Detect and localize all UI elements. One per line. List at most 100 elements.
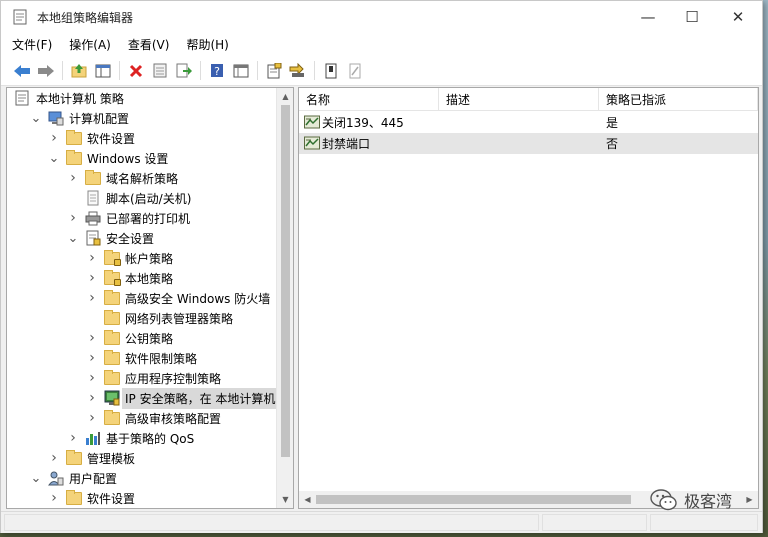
chevron-right-icon[interactable]: › <box>86 268 98 288</box>
minimize-button[interactable]: — <box>625 1 671 32</box>
chevron-down-icon[interactable]: ⌄ <box>30 468 42 488</box>
scroll-up-icon[interactable]: ▲ <box>277 88 293 105</box>
vertical-scroll-thumb[interactable] <box>281 105 290 457</box>
menu-bar: 文件(F) 操作(A) 查看(V) 帮助(H) <box>1 32 762 56</box>
chevron-right-icon[interactable]: › <box>67 208 79 228</box>
chevron-right-icon[interactable]: › <box>86 248 98 268</box>
list-item[interactable]: 关闭139、445 是 <box>299 112 758 133</box>
help-icon[interactable]: ? <box>206 60 227 81</box>
chevron-right-icon[interactable]: › <box>86 408 98 428</box>
tree-item[interactable]: › 高级安全 Windows 防火墙 <box>7 288 277 308</box>
chevron-right-icon[interactable]: › <box>67 168 79 188</box>
menu-file[interactable]: 文件(F) <box>12 36 52 53</box>
tree-item-label: 公钥策略 <box>125 331 174 346</box>
column-header-assigned[interactable]: 策略已指派 <box>599 88 758 111</box>
tree-item[interactable]: 脚本(启动/关机) <box>7 188 277 208</box>
toolbar-separator <box>119 61 120 80</box>
chevron-right-icon[interactable]: › <box>48 128 60 148</box>
maximize-button[interactable]: ☐ <box>669 1 715 32</box>
list-item[interactable]: 封禁端口 否 <box>299 133 758 154</box>
column-description-label: 描述 <box>446 93 471 107</box>
add-icon[interactable] <box>287 60 308 81</box>
scroll-down-icon[interactable]: ▼ <box>277 491 293 508</box>
column-header-name[interactable]: 名称 ^ <box>299 88 439 111</box>
assign-icon[interactable] <box>320 60 341 81</box>
tree-item[interactable]: › 已部署的打印机 <box>7 208 277 228</box>
ip-filter-icon[interactable] <box>263 60 284 81</box>
svg-text:?: ? <box>214 65 220 78</box>
tree-item-label: 应用程序控制策略 <box>125 371 222 386</box>
delete-icon[interactable] <box>125 60 146 81</box>
chevron-down-icon[interactable]: ⌄ <box>67 228 79 248</box>
vertical-scrollbar[interactable]: ▲ ▼ <box>276 88 293 508</box>
tree-item[interactable]: › 域名解析策略 <box>7 168 277 188</box>
properties-icon[interactable] <box>149 60 170 81</box>
tree-item[interactable]: › 软件设置 <box>7 128 277 148</box>
tree-item[interactable]: › IP 安全策略，在 本地计算机 <box>7 387 279 409</box>
window-title: 本地组策略编辑器 <box>37 11 134 25</box>
tree-item[interactable]: 网络列表管理器策略 <box>7 308 277 328</box>
chevron-right-icon[interactable]: › <box>67 428 79 448</box>
forward-icon[interactable] <box>35 60 56 81</box>
horizontal-scroll-thumb[interactable] <box>316 495 631 504</box>
toolbar-separator <box>314 61 315 80</box>
chevron-right-icon[interactable]: › <box>86 348 98 368</box>
tree-item[interactable]: › 管理模板 <box>7 448 277 468</box>
show-hide-tree-icon[interactable] <box>92 60 113 81</box>
tree-item[interactable]: › 软件设置 <box>7 488 277 508</box>
toolbar-separator <box>257 61 258 80</box>
watermark-text: 极客湾 <box>684 492 733 511</box>
back-icon[interactable] <box>11 60 32 81</box>
chevron-right-icon[interactable]: › <box>86 328 98 348</box>
up-folder-icon[interactable] <box>68 60 89 81</box>
chevron-right-icon[interactable]: › <box>48 448 60 468</box>
chevron-right-icon[interactable]: › <box>48 488 60 508</box>
policy-list: 名称 ^ 描述 策略已指派 关闭139、445 是封禁端口 否 ◀ ▶ <box>298 87 759 509</box>
tree-item[interactable]: ⌄ 安全设置 <box>7 228 277 248</box>
tree-item-label: 高级审核策略配置 <box>125 411 222 426</box>
group-policy-editor-window: 本地组策略编辑器 — ☐ ✕ 文件(F) 操作(A) 查看(V) 帮助(H) ?… <box>0 0 763 533</box>
tree-item[interactable]: › 本地策略 <box>7 268 277 288</box>
view-icon[interactable] <box>230 60 251 81</box>
chevron-right-icon[interactable]: › <box>86 288 98 308</box>
column-header-description[interactable]: 描述 <box>439 88 599 111</box>
folder-icon <box>104 350 120 366</box>
chevron-down-icon[interactable]: ⌄ <box>30 108 42 128</box>
status-bar <box>1 511 762 533</box>
ip-policy-icon <box>304 115 320 129</box>
tree-item[interactable]: › 基于策略的 QoS <box>7 428 277 448</box>
tree-item-label: 软件设置 <box>87 131 136 146</box>
close-button[interactable]: ✕ <box>715 1 761 32</box>
tree-item[interactable]: › 帐户策略 <box>7 248 277 268</box>
menu-view[interactable]: 查看(V) <box>128 36 170 53</box>
policy-name: 关闭139、445 <box>322 116 404 130</box>
console-tree[interactable]: 本地计算机 策略 ⌄ 计算机配置 › 软件设置 ⌄ Windows 设置 › 域名解析策略 脚本(… <box>6 87 294 509</box>
tree-item[interactable]: › 软件限制策略 <box>7 348 277 368</box>
tree-item[interactable]: ⌄ 计算机配置 <box>7 108 277 128</box>
chevron-right-icon[interactable]: › <box>86 368 98 388</box>
scroll-right-icon[interactable]: ▶ <box>741 491 758 508</box>
folder-lock-icon <box>104 270 121 286</box>
user-icon <box>48 470 64 486</box>
title-bar[interactable]: 本地组策略编辑器 — ☐ ✕ <box>1 1 762 32</box>
menu-action[interactable]: 操作(A) <box>69 36 111 53</box>
folder-lock-icon <box>104 250 121 266</box>
tree-item-label: 脚本(启动/关机) <box>106 191 192 206</box>
export-icon[interactable] <box>173 60 194 81</box>
ip-policy-icon <box>304 136 320 150</box>
folder-icon <box>66 450 82 466</box>
menu-help[interactable]: 帮助(H) <box>186 36 228 53</box>
scroll-left-icon[interactable]: ◀ <box>299 491 316 508</box>
tree-item[interactable]: › 高级审核策略配置 <box>7 408 277 428</box>
tree-item[interactable]: 本地计算机 策略 <box>7 88 277 108</box>
chevron-down-icon[interactable]: ⌄ <box>48 148 60 168</box>
unassign-icon[interactable] <box>344 60 365 81</box>
chevron-right-icon[interactable]: › <box>86 388 98 408</box>
watermark: 极客湾 <box>650 488 732 512</box>
tree-item-label: 帐户策略 <box>125 251 174 266</box>
tree-item[interactable]: › 应用程序控制策略 <box>7 368 277 388</box>
tree-item[interactable]: › 公钥策略 <box>7 328 277 348</box>
tree-item-label: 软件限制策略 <box>125 351 198 366</box>
tree-item[interactable]: ⌄ 用户配置 <box>7 468 277 488</box>
tree-item[interactable]: ⌄ Windows 设置 <box>7 148 277 168</box>
